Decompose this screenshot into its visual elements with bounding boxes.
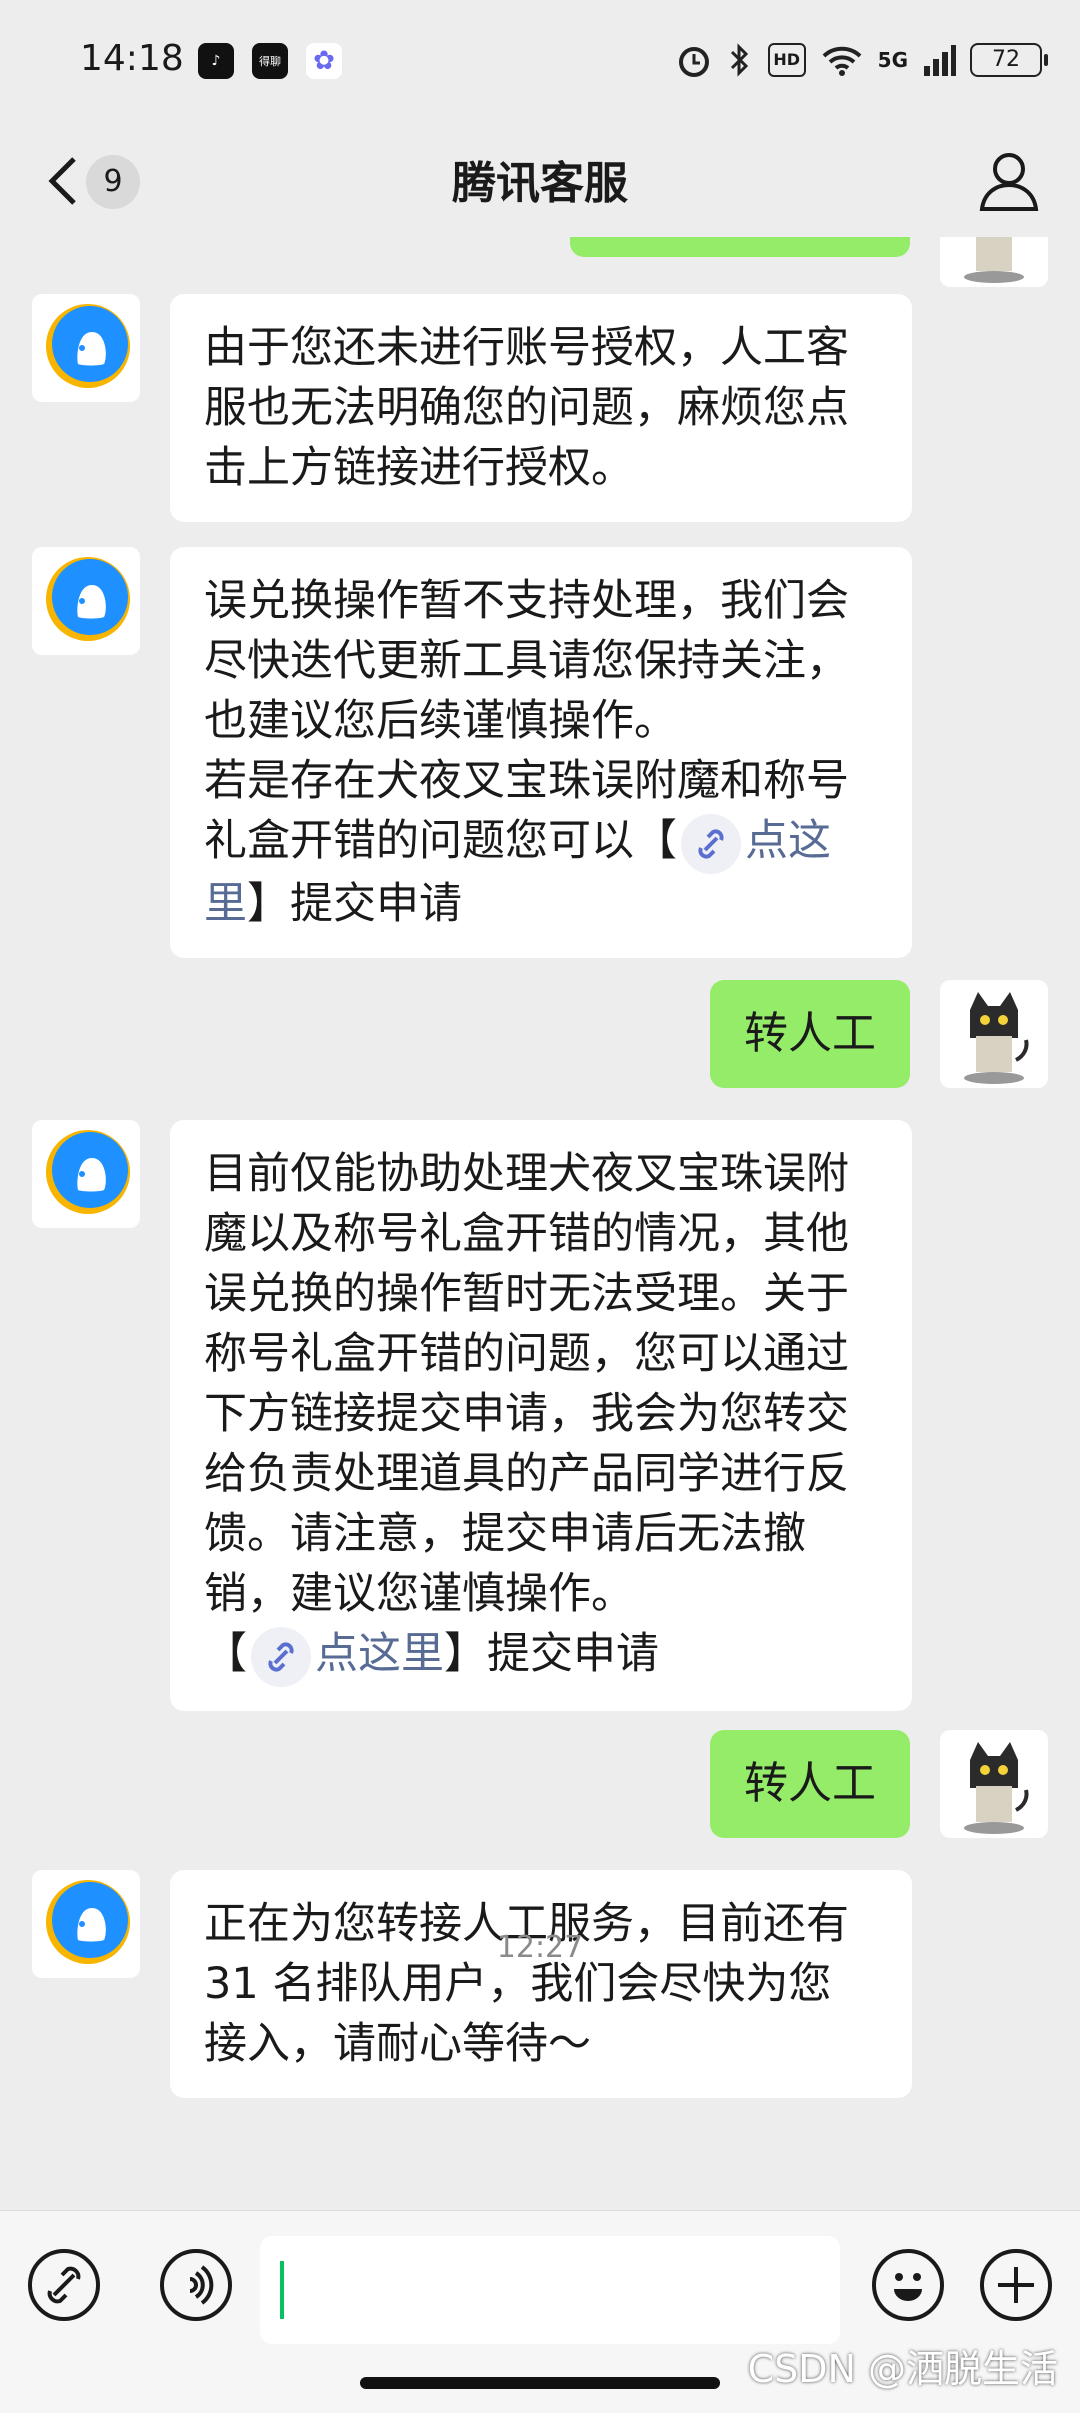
message-line: 也建议您后续谨慎操作。 <box>204 696 677 746</box>
message-line: 目前仅能协助处理犬夜叉宝珠误附 <box>204 1149 849 1199</box>
message-line: 魔以及称号礼盒开错的情况，其他 <box>204 1209 849 1259</box>
voice-input-icon[interactable] <box>160 2249 232 2321</box>
user-avatar <box>940 980 1048 1088</box>
bot-message: 误兑换操作暂不支持处理，我们会 尽快迭代更新工具请您保持关注， 也建议您后续谨慎… <box>170 547 912 958</box>
link-shortcut-icon[interactable] <box>28 2249 100 2321</box>
status-indicators: HD 5G 72 <box>676 40 1048 80</box>
message-line: 误兑换的操作暂时无法受理。关于 <box>204 1269 849 1319</box>
click-here-link[interactable]: 点这 <box>745 816 831 866</box>
link-icon[interactable] <box>251 1626 311 1687</box>
wifi-icon <box>822 46 862 76</box>
bot-message: 目前仅能协助处理犬夜叉宝珠误附 魔以及称号礼盒开错的情况，其他 误兑换的操作暂时… <box>170 1120 912 1711</box>
message-timestamp: 12:27 <box>496 1930 584 1965</box>
user-message: 转人工 <box>710 1730 910 1838</box>
message-line: 里】提交申请 <box>204 874 878 934</box>
hd-badge: HD <box>767 43 806 77</box>
network-label: 5G <box>877 48 908 72</box>
message-line: 由于您还未进行账号授权，人工客 <box>204 323 849 373</box>
bot-avatar <box>32 294 140 402</box>
plus-icon[interactable] <box>980 2249 1052 2321</box>
profile-icon[interactable] <box>974 145 1044 215</box>
user-avatar <box>940 1730 1048 1838</box>
message-line: 馈。请注意，提交申请后无法撤 <box>204 1509 806 1559</box>
message-line: 服也无法明确您的问题，麻烦您点 <box>204 383 849 433</box>
message-line: 击上方链接进行授权。 <box>204 443 634 493</box>
link-suffix: 】提交申请 <box>444 1629 659 1679</box>
message-line: 接入，请耐心等待～ <box>204 2019 591 2069</box>
link-icon[interactable] <box>681 813 741 874</box>
user-avatar <box>940 237 1048 287</box>
user-message: 转人工 <box>710 980 910 1088</box>
watermark: CSDN @洒脱生活 <box>747 2347 1058 2391</box>
battery-indicator: 72 <box>970 43 1048 77</box>
click-here-link[interactable]: 里 <box>204 879 247 929</box>
bot-avatar <box>32 1120 140 1228</box>
message-line: 销，建议您谨慎操作。 <box>204 1569 634 1619</box>
emoji-icon[interactable] <box>872 2249 944 2321</box>
message-line: 下方链接提交申请，我会为您转交 <box>204 1389 849 1439</box>
message-input[interactable] <box>260 2236 840 2344</box>
message-line: 误兑换操作暂不支持处理，我们会 <box>204 576 849 626</box>
text-cursor <box>280 2261 284 2319</box>
click-here-link[interactable]: 点这里 <box>315 1629 444 1679</box>
bluetooth-icon <box>730 43 748 77</box>
alarm-icon <box>678 47 709 77</box>
flower-app-icon: ✿ <box>306 43 342 79</box>
message-line: 若是存在犬夜叉宝珠误附魔和称号 <box>204 756 849 806</box>
link-prefix: 【 <box>204 1629 247 1679</box>
previous-user-bubble <box>570 237 910 257</box>
page-title: 腾讯客服 <box>452 158 628 209</box>
message-line: 给负责处理道具的产品同学进行反 <box>204 1449 849 1499</box>
link-suffix: 】提交申请 <box>247 878 462 929</box>
chat-messages[interactable]: 由于您还未进行账号授权，人工客 服也无法明确您的问题，麻烦您点 击上方链接进行授… <box>0 237 1080 2210</box>
chat-header: 9 腾讯客服 <box>0 125 1080 237</box>
message-line: 【 点这里】提交申请 <box>204 1624 878 1687</box>
link-prefix: 礼盒开错的问题您可以【 <box>204 816 677 866</box>
home-indicator[interactable] <box>360 2377 720 2389</box>
tiktok-app-icon: ♪ <box>198 43 234 79</box>
message-line: 礼盒开错的问题您可以【 点这 <box>204 811 878 874</box>
message-line: 称号礼盒开错的问题，您可以通过 <box>204 1329 849 1379</box>
signal-icon <box>924 45 956 76</box>
status-bar: 14:18 ♪ 得聊 ✿ HD 5G 72 <box>0 0 1080 125</box>
bot-message: 正在为您转接人工服务，目前还有 31 名排队用户，我们会尽快为您 接入，请耐心等… <box>170 1870 912 2098</box>
message-line: 尽快迭代更新工具请您保持关注， <box>204 636 849 686</box>
bot-avatar <box>32 547 140 655</box>
chat-app-icon: 得聊 <box>252 43 288 79</box>
bot-message: 由于您还未进行账号授权，人工客 服也无法明确您的问题，麻烦您点 击上方链接进行授… <box>170 294 912 522</box>
status-time: 14:18 <box>80 38 184 79</box>
